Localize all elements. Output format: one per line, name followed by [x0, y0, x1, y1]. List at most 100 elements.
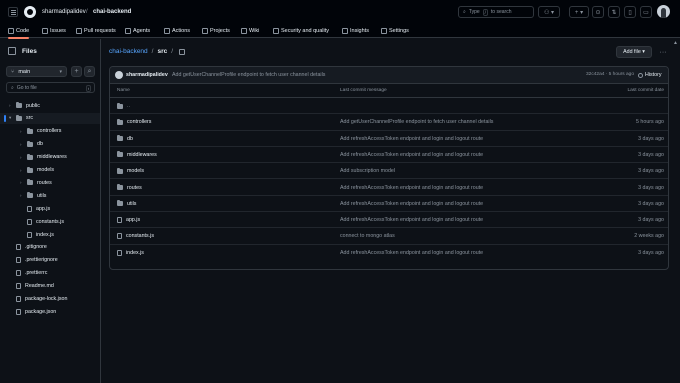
tab-issues[interactable]: Issues	[42, 26, 66, 36]
add-file-button[interactable]: +	[71, 66, 82, 77]
tab-insights[interactable]: Insights	[342, 26, 369, 36]
avatar[interactable]	[115, 71, 123, 79]
github-logo-icon[interactable]	[24, 6, 36, 18]
scrollbar[interactable]: ▲	[673, 40, 679, 383]
breadcrumb-repo-link[interactable]: chai-backend	[109, 48, 148, 55]
scroll-up-icon[interactable]: ▲	[673, 40, 678, 46]
search-input[interactable]: ⌕ Type / to search	[458, 6, 534, 18]
tree-folder-item[interactable]: ▾ src	[0, 112, 100, 124]
chevron-right-icon[interactable]: ›	[20, 180, 24, 185]
table-row[interactable]: index.js Add refreshAccessToken endpoint …	[110, 245, 668, 261]
copilot-button[interactable]: ⚇ ▾	[538, 6, 560, 18]
shortcut-key: t	[85, 85, 91, 92]
branch-selector[interactable]: ⑂ main ▾	[6, 66, 67, 77]
row-commit-date: 3 days ago	[638, 217, 664, 224]
row-name-link[interactable]: utils	[127, 201, 136, 207]
add-file-dropdown[interactable]: Add file ▾	[616, 46, 652, 58]
row-name-link[interactable]: constants.js	[126, 233, 154, 239]
tab-pull-requests[interactable]: Pull requests	[76, 26, 116, 36]
tree-folder-item[interactable]: › controllers	[0, 126, 100, 137]
tree-file-item[interactable]: .gitignore	[0, 242, 100, 253]
commit-message[interactable]: Add getUserChannelProfile endpoint to fe…	[172, 72, 325, 78]
row-commit-message[interactable]: Add refreshAccessToken endpoint and logi…	[340, 250, 483, 256]
copy-path-icon[interactable]	[179, 48, 186, 55]
tree-file-item[interactable]: .prettierignore	[0, 255, 100, 266]
tab-security-and-quality[interactable]: Security and quality	[273, 26, 329, 36]
row-name-link[interactable]: routes	[127, 185, 142, 191]
row-name-link[interactable]: app.js	[126, 217, 140, 223]
parent-directory-row[interactable]: ..	[110, 98, 668, 115]
tree-file-item[interactable]: .prettierrc	[0, 268, 100, 279]
tab-wiki[interactable]: Wiki	[241, 26, 259, 36]
tree-item-label: utils	[37, 192, 47, 199]
table-row[interactable]: routes Add refreshAccessToken endpoint an…	[110, 180, 668, 196]
history-button[interactable]: History	[638, 72, 661, 78]
tree-file-item[interactable]: index.js	[0, 229, 100, 240]
create-new-button[interactable]: + ▾	[569, 6, 589, 18]
chevron-right-icon[interactable]: ›	[20, 155, 24, 160]
branch-name: main	[18, 68, 31, 75]
owner-link[interactable]: sharmadipalidev	[42, 9, 86, 15]
repo-link[interactable]: chai-backend	[93, 9, 131, 15]
row-commit-message[interactable]: Add refreshAccessToken endpoint and logi…	[340, 217, 483, 223]
tree-file-item[interactable]: Readme.md	[0, 281, 100, 292]
slash-key-hint: /	[482, 8, 488, 16]
row-commit-date: 3 days ago	[638, 249, 664, 256]
row-name-link[interactable]: db	[127, 136, 133, 142]
commit-meta[interactable]: 32c42a4 · 5 hours ago	[586, 72, 634, 77]
tree-file-item[interactable]: app.js	[0, 203, 100, 214]
row-commit-message[interactable]: Add refreshAccessToken endpoint and logi…	[340, 185, 483, 191]
row-name-link[interactable]: middlewares	[127, 152, 157, 158]
chevron-right-icon[interactable]: ›	[20, 168, 24, 173]
tab-agents[interactable]: Agents	[125, 26, 150, 36]
chevron-down-icon[interactable]: ▾	[9, 115, 13, 121]
tab-code[interactable]: Code	[8, 26, 30, 39]
table-row[interactable]: utils Add refreshAccessToken endpoint and…	[110, 196, 668, 213]
table-row[interactable]: middlewares Add refreshAccessToken endpoi…	[110, 147, 668, 164]
row-commit-message[interactable]: Add refreshAccessToken endpoint and logi…	[340, 136, 483, 142]
tree-folder-item[interactable]: › public	[0, 100, 100, 111]
table-row[interactable]: models Add subscription model 3 days ago	[110, 163, 668, 180]
chevron-right-icon[interactable]: ›	[20, 129, 24, 134]
tree-file-item[interactable]: constants.js	[0, 216, 100, 227]
avatar[interactable]	[657, 5, 670, 18]
table-row[interactable]: controllers Add getUserChannelProfile end…	[110, 114, 668, 131]
go-to-file-input[interactable]: ⌕ Go to file t	[6, 82, 95, 93]
tab-actions[interactable]: Actions	[164, 26, 190, 36]
tree-folder-item[interactable]: › models	[0, 165, 100, 176]
table-row[interactable]: db Add refreshAccessToken endpoint and lo…	[110, 131, 668, 147]
chevron-right-icon[interactable]: ›	[20, 193, 24, 198]
chevron-right-icon[interactable]: ›	[9, 103, 13, 108]
inbox-icon[interactable]: ▭	[640, 6, 652, 18]
tree-file-item[interactable]: package-lock.json	[0, 294, 100, 305]
more-options-button[interactable]: ···	[656, 46, 670, 58]
table-row[interactable]: app.js Add refreshAccessToken endpoint an…	[110, 212, 668, 229]
row-commit-message[interactable]: Add getUserChannelProfile endpoint to fe…	[340, 119, 493, 125]
tree-file-item[interactable]: package.json	[0, 306, 100, 317]
table-row[interactable]: constants.js connect to mongo atlas 2 week…	[110, 228, 668, 245]
pull-requests-icon[interactable]: ⇅	[608, 6, 620, 18]
sidebar-toggle-icon[interactable]	[8, 47, 16, 55]
search-files-button[interactable]: ⌕	[84, 66, 95, 77]
chevron-right-icon[interactable]: ›	[20, 142, 24, 147]
commit-author[interactable]: sharmadipalidev	[126, 72, 168, 78]
row-commit-message[interactable]: Add refreshAccessToken endpoint and logi…	[340, 152, 483, 158]
tree-folder-item[interactable]: › routes	[0, 177, 100, 188]
row-commit-message[interactable]: Add refreshAccessToken endpoint and logi…	[340, 201, 483, 207]
tab-projects[interactable]: Projects	[202, 26, 230, 36]
row-commit-message[interactable]: connect to mongo atlas	[340, 233, 395, 239]
issues-icon[interactable]: ⊙	[592, 6, 604, 18]
tab-settings[interactable]: Settings	[381, 26, 409, 36]
tree-item-label: package.json	[25, 308, 57, 315]
tree-folder-item[interactable]: › utils	[0, 190, 100, 201]
row-name-link[interactable]: models	[127, 168, 144, 174]
gear-icon	[381, 28, 387, 34]
tree-folder-item[interactable]: › middlewares	[0, 152, 100, 163]
row-name-link[interactable]: index.js	[126, 250, 144, 256]
menu-icon[interactable]	[8, 7, 18, 17]
row-name-link[interactable]: controllers	[127, 119, 151, 125]
tree-folder-item[interactable]: › db	[0, 139, 100, 150]
repositories-icon[interactable]: ▯	[624, 6, 636, 18]
row-commit-message[interactable]: Add subscription model	[340, 168, 395, 174]
folder-icon	[16, 114, 22, 121]
